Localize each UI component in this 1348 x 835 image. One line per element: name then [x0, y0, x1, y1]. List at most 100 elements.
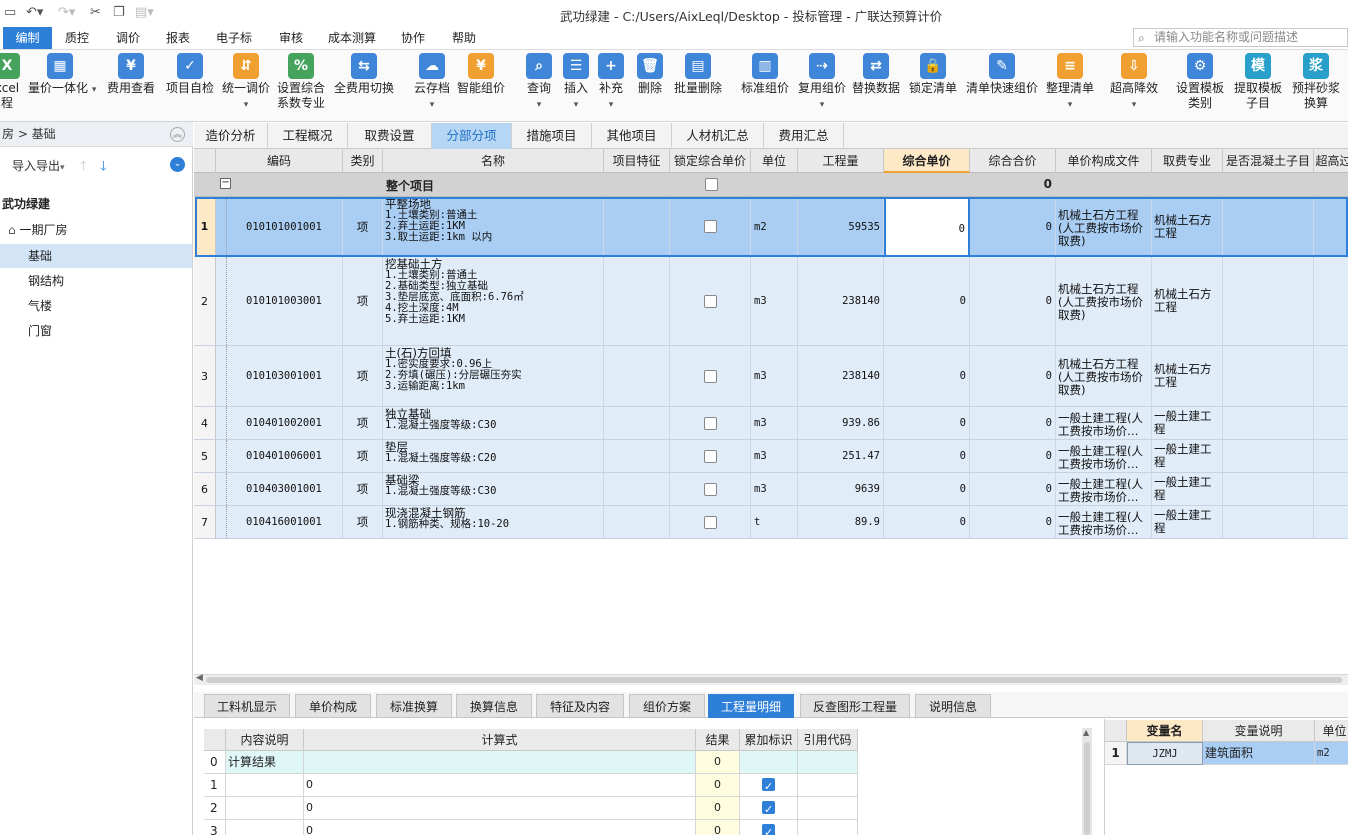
- features-cell[interactable]: [604, 257, 670, 346]
- btab-quantity-detail[interactable]: 工程量明细: [708, 694, 794, 718]
- header-unit[interactable]: 单位: [751, 149, 798, 173]
- super-high-cell[interactable]: [1314, 440, 1348, 473]
- fee-major-cell[interactable]: 一般土建工程: [1152, 473, 1223, 506]
- features-cell[interactable]: [604, 506, 670, 539]
- btab-standard-conversion[interactable]: 标准换算: [376, 694, 452, 718]
- menu-help[interactable]: 帮助: [443, 27, 485, 49]
- lock-price-cell[interactable]: [670, 257, 751, 346]
- name-cell[interactable]: 独立基础 1.混凝土强度等级:C30: [383, 407, 604, 440]
- total-price-cell[interactable]: 0: [970, 257, 1056, 346]
- header-total-price[interactable]: 综合合价: [970, 149, 1056, 173]
- undo-icon[interactable]: ↶▾: [26, 5, 43, 20]
- scroll-up-icon[interactable]: ▲: [1083, 728, 1089, 737]
- total-price-cell[interactable]: 0: [970, 197, 1056, 257]
- unit-cell[interactable]: m3: [751, 473, 798, 506]
- extract-template-button[interactable]: 模提取模板 子目: [1231, 53, 1285, 111]
- concrete-item-cell[interactable]: [1223, 407, 1314, 440]
- code-cell[interactable]: 010401002001: [216, 407, 343, 440]
- btab-notes[interactable]: 说明信息: [915, 694, 991, 718]
- cut-icon[interactable]: ✂: [90, 5, 101, 20]
- concrete-item-cell[interactable]: [1223, 440, 1314, 473]
- type-cell[interactable]: 项: [343, 506, 383, 539]
- detail-formula-cell[interactable]: 0: [304, 774, 696, 797]
- detail-ref-code-cell[interactable]: [798, 751, 858, 774]
- concrete-item-cell[interactable]: [1223, 506, 1314, 539]
- tab-fee-summary[interactable]: 费用汇总: [764, 123, 844, 149]
- concrete-item-cell[interactable]: [1223, 257, 1314, 346]
- table-row[interactable]: 3 010103001001 项土(石)方回填 1.密实度要求:0.96上 2.夯填(碾…: [194, 346, 1348, 407]
- unit-price-cell[interactable]: 0: [884, 473, 970, 506]
- name-cell[interactable]: 垫层 1.混凝土强度等级:C20: [383, 440, 604, 473]
- lock-checkbox[interactable]: [704, 220, 717, 233]
- lock-price-cell[interactable]: [670, 473, 751, 506]
- header-fee-major[interactable]: 取费专业: [1152, 149, 1223, 173]
- horizontal-scrollbar[interactable]: ◀: [194, 673, 1348, 685]
- header-quantity[interactable]: 工程量: [798, 149, 884, 173]
- header-name[interactable]: 名称: [383, 149, 604, 173]
- code-cell[interactable]: 010416001001: [216, 506, 343, 539]
- price-file-cell[interactable]: 机械土石方工程(人工费按市场价取费): [1056, 257, 1152, 346]
- unit-cell[interactable]: m3: [751, 346, 798, 407]
- quantity-cell[interactable]: 9639: [798, 473, 884, 506]
- tab-other-items[interactable]: 其他项目: [592, 123, 672, 149]
- tab-overview[interactable]: 工程概况: [268, 123, 348, 149]
- unit-price-cell[interactable]: 0: [884, 197, 970, 257]
- delete-button[interactable]: 🗑 删除: [635, 53, 665, 96]
- unit-cell[interactable]: m2: [751, 197, 798, 257]
- replace-data-button[interactable]: ⇄ 替换数据: [849, 53, 903, 96]
- fee-major-cell[interactable]: 机械土石方工程: [1152, 197, 1223, 257]
- table-row[interactable]: 1 010101001001 项平整场地 1.土壤类别:普通土 2.弃土运距:1KM 3.…: [194, 197, 1348, 257]
- super-high-cell[interactable]: [1314, 473, 1348, 506]
- tab-fee-settings[interactable]: 取费设置: [348, 123, 432, 149]
- collapse-icon[interactable]: ︽: [170, 127, 185, 142]
- code-cell[interactable]: 010103001001: [216, 346, 343, 407]
- detail-accumulate-cell[interactable]: [740, 751, 798, 774]
- lock-list-button[interactable]: 🔒 锁定清单: [906, 53, 960, 96]
- header-price-file[interactable]: 单价构成文件: [1056, 149, 1152, 173]
- lock-checkbox[interactable]: [704, 417, 717, 430]
- type-cell[interactable]: 项: [343, 473, 383, 506]
- concrete-item-cell[interactable]: [1223, 197, 1314, 257]
- tree-item-doors-windows[interactable]: 门窗: [0, 321, 192, 341]
- table-row[interactable]: 5 010401006001 项垫层 1.混凝土强度等级:C20 m3 251.47 0 0 一…: [194, 440, 1348, 473]
- header-lock-price[interactable]: 锁定综合单价: [670, 149, 751, 173]
- btab-reverse-graphic[interactable]: 反查图形工程量: [800, 694, 910, 718]
- unit-price-cell[interactable]: 0: [884, 440, 970, 473]
- detail-formula-cell[interactable]: 0: [304, 797, 696, 820]
- price-file-cell[interactable]: 一般土建工程(人工费按市场价…: [1056, 473, 1152, 506]
- unit-cell[interactable]: m3: [751, 407, 798, 440]
- concrete-item-cell[interactable]: [1223, 346, 1314, 407]
- fee-major-cell[interactable]: 机械土石方工程: [1152, 257, 1223, 346]
- btab-pricing-scheme[interactable]: 组价方案: [629, 694, 705, 718]
- import-export-button[interactable]: 导入导出▾: [12, 157, 65, 174]
- detail-desc-cell[interactable]: [226, 774, 304, 797]
- quantity-cell[interactable]: 939.86: [798, 407, 884, 440]
- menu-audit[interactable]: 审核: [270, 27, 312, 49]
- super-high-cell[interactable]: [1314, 346, 1348, 407]
- table-row[interactable]: 6 010403001001 项基础梁 1.混凝土强度等级:C30 m3 9639 0 0 一般…: [194, 473, 1348, 506]
- coefficient-button[interactable]: % 设置综合 系数专业: [274, 53, 328, 111]
- name-cell[interactable]: 基础梁 1.混凝土强度等级:C30: [383, 473, 604, 506]
- btab-features[interactable]: 特征及内容: [536, 694, 624, 718]
- features-cell[interactable]: [604, 346, 670, 407]
- accumulate-checkbox[interactable]: [762, 776, 775, 796]
- expand-down-icon[interactable]: ⌄: [170, 157, 185, 172]
- btab-conversion-info[interactable]: 换算信息: [456, 694, 532, 718]
- supplement-button[interactable]: + 补充 ▾: [596, 53, 626, 113]
- lock-checkbox[interactable]: [704, 370, 717, 383]
- mortar-conversion-button[interactable]: 浆预拌砂浆 换算: [1289, 53, 1343, 111]
- features-cell[interactable]: [604, 473, 670, 506]
- tab-labor-material[interactable]: 人材机汇总: [672, 123, 764, 149]
- type-cell[interactable]: 项: [343, 346, 383, 407]
- var-desc-cell[interactable]: 建筑面积: [1203, 742, 1315, 765]
- quantity-cell[interactable]: 89.9: [798, 506, 884, 539]
- header-unit-price[interactable]: 综合单价: [884, 149, 970, 173]
- total-price-cell[interactable]: 0: [970, 440, 1056, 473]
- features-cell[interactable]: [604, 440, 670, 473]
- quantity-cell[interactable]: 238140: [798, 257, 884, 346]
- high-efficiency-button[interactable]: ⇩ 超高降效 ▾: [1107, 53, 1161, 113]
- quantity-cell[interactable]: 251.47: [798, 440, 884, 473]
- full-fee-switch-button[interactable]: ⇆ 全费用切换: [332, 53, 396, 96]
- lock-price-cell[interactable]: [670, 346, 751, 407]
- name-cell[interactable]: 挖基础土方 1.土壤类别:普通土 2.基础类型:独立基础 3.垫层底宽、底面积:6.7…: [383, 257, 604, 346]
